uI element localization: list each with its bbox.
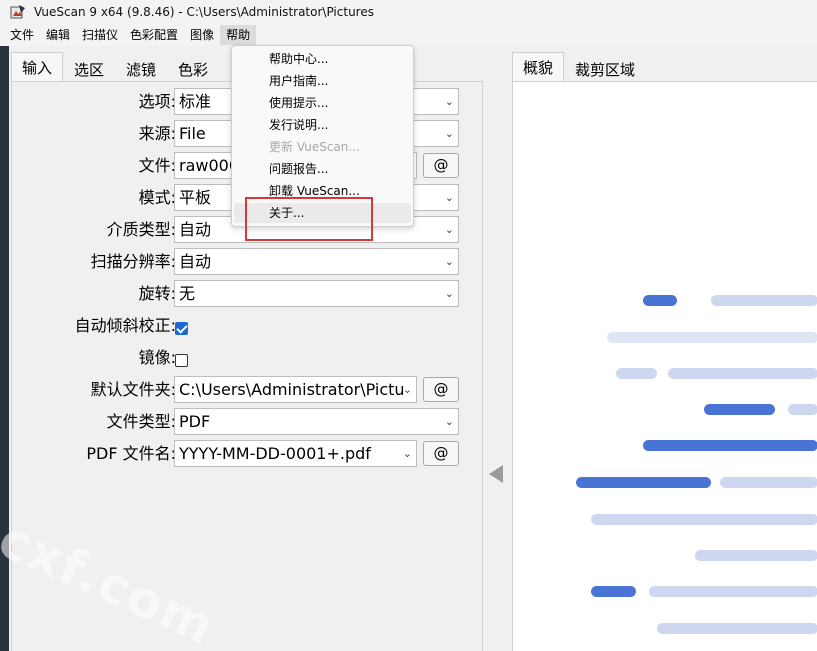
vuescan-app-icon	[10, 5, 25, 19]
mirror-row: 镜像:	[12, 344, 482, 372]
file-type-value: PDF	[179, 412, 211, 431]
resolution-select[interactable]: 自动 ⌄	[174, 248, 459, 275]
preview-line	[643, 440, 817, 451]
pdf-name-select[interactable]: YYYY-MM-DD-0001+.pdf ⌄	[174, 440, 417, 467]
title-bar: VueScan 9 x64 (9.8.46) - C:\Users\Admini…	[0, 0, 817, 24]
option-label: 选项:	[138, 92, 176, 111]
source-label: 来源:	[138, 124, 176, 143]
menu-file[interactable]: 文件	[4, 25, 40, 45]
option-value: 标准	[179, 92, 212, 111]
rotation-label: 旋转:	[138, 284, 176, 303]
resolution-label: 扫描分辨率:	[90, 252, 176, 271]
auto-deskew-checkbox[interactable]	[175, 322, 188, 335]
file-browse-button[interactable]: @	[423, 153, 459, 178]
chevron-down-icon: ⌄	[402, 447, 412, 460]
file-value: raw000	[179, 156, 240, 175]
tab-input[interactable]: 输入	[11, 52, 64, 82]
update-vuescan-item: 更新 VueScan...	[269, 140, 360, 154]
preview-line	[649, 586, 817, 597]
tab-crop-area[interactable]: 裁剪区域	[564, 55, 646, 82]
mode-value: 平板	[179, 188, 212, 207]
release-notes-item[interactable]: 发行说明...	[234, 115, 411, 135]
preview-line	[643, 295, 677, 306]
tab-overview[interactable]: 概貌	[512, 52, 565, 82]
preview-line	[720, 477, 817, 488]
auto-deskew-row: 自动倾斜校正:	[12, 312, 482, 340]
menu-edit[interactable]: 编辑	[40, 25, 76, 45]
pdf-name-browse-button[interactable]: @	[423, 441, 459, 466]
file-label: 文件:	[138, 156, 176, 175]
preview-line	[711, 295, 817, 306]
resolution-row: 扫描分辨率: 自动 ⌄	[12, 248, 482, 276]
chevron-down-icon: ⌄	[444, 287, 454, 300]
tab-color[interactable]: 色彩	[167, 55, 219, 82]
preview-line	[576, 477, 711, 488]
default-folder-value: C:\Users\Administrator\Pictu	[179, 380, 405, 399]
preview-line	[704, 404, 775, 415]
menu-help[interactable]: 帮助	[220, 25, 257, 45]
user-guide-item[interactable]: 用户指南...	[234, 71, 411, 91]
mirror-label: 镜像:	[138, 348, 176, 367]
media-label: 介质类型:	[106, 220, 176, 239]
chevron-down-icon: ⌄	[402, 383, 412, 396]
tab-filter[interactable]: 滤镜	[115, 55, 167, 82]
rotation-value: 无	[179, 284, 196, 303]
chevron-down-icon: ⌄	[444, 191, 454, 204]
media-value: 自动	[179, 220, 212, 239]
menu-bar: 文件 编辑 扫描仪 色彩配置 图像 帮助	[0, 24, 817, 46]
preview-line	[591, 514, 817, 525]
settings-tabs: 输入 选区 滤镜 色彩	[11, 52, 219, 82]
rotation-row: 旋转: 无 ⌄	[12, 280, 482, 308]
report-problem-item[interactable]: 问题报告...	[234, 159, 411, 179]
mode-label: 模式:	[138, 188, 176, 207]
default-folder-browse-button[interactable]: @	[423, 377, 459, 402]
file-type-row: 文件类型: PDF ⌄	[12, 408, 482, 436]
pdf-name-row: PDF 文件名: YYYY-MM-DD-0001+.pdf ⌄ @	[12, 440, 482, 468]
about-highlight-box	[245, 197, 373, 241]
preview-line	[607, 332, 817, 343]
source-value: File	[179, 124, 206, 143]
preview-line	[657, 623, 817, 634]
preview-line	[616, 368, 657, 379]
preview-line	[591, 586, 636, 597]
chevron-down-icon: ⌄	[444, 127, 454, 140]
preview-area	[512, 81, 817, 651]
default-folder-select[interactable]: C:\Users\Administrator\Pictu ⌄	[174, 376, 417, 403]
menu-image[interactable]: 图像	[184, 25, 220, 45]
pdf-name-value: YYYY-MM-DD-0001+.pdf	[179, 444, 371, 463]
rotation-select[interactable]: 无 ⌄	[174, 280, 459, 307]
chevron-down-icon: ⌄	[444, 95, 454, 108]
preview-tabs: 概貌 裁剪区域	[512, 52, 646, 82]
menu-color-profile[interactable]: 色彩配置	[124, 25, 184, 45]
help-center-item[interactable]: 帮助中心...	[234, 49, 411, 69]
collapse-panel-arrow-icon[interactable]	[489, 465, 503, 483]
menu-scanner[interactable]: 扫描仪	[76, 25, 124, 45]
default-folder-label: 默认文件夹:	[90, 380, 176, 399]
chevron-down-icon: ⌄	[444, 223, 454, 236]
mirror-checkbox[interactable]	[175, 354, 188, 367]
chevron-down-icon: ⌄	[444, 255, 454, 268]
pdf-name-label: PDF 文件名:	[86, 444, 176, 463]
preview-line	[788, 404, 817, 415]
auto-deskew-label: 自动倾斜校正:	[74, 316, 176, 335]
resolution-value: 自动	[179, 252, 212, 271]
chevron-down-icon: ⌄	[444, 415, 454, 428]
file-type-select[interactable]: PDF ⌄	[174, 408, 459, 435]
file-type-label: 文件类型:	[106, 412, 176, 431]
usage-tips-item[interactable]: 使用提示...	[234, 93, 411, 113]
default-folder-row: 默认文件夹: C:\Users\Administrator\Pictu ⌄ @	[12, 376, 482, 404]
preview-line	[695, 550, 817, 561]
tab-crop[interactable]: 选区	[63, 55, 115, 82]
preview-line	[668, 368, 817, 379]
window-title: VueScan 9 x64 (9.8.46) - C:\Users\Admini…	[34, 5, 374, 19]
